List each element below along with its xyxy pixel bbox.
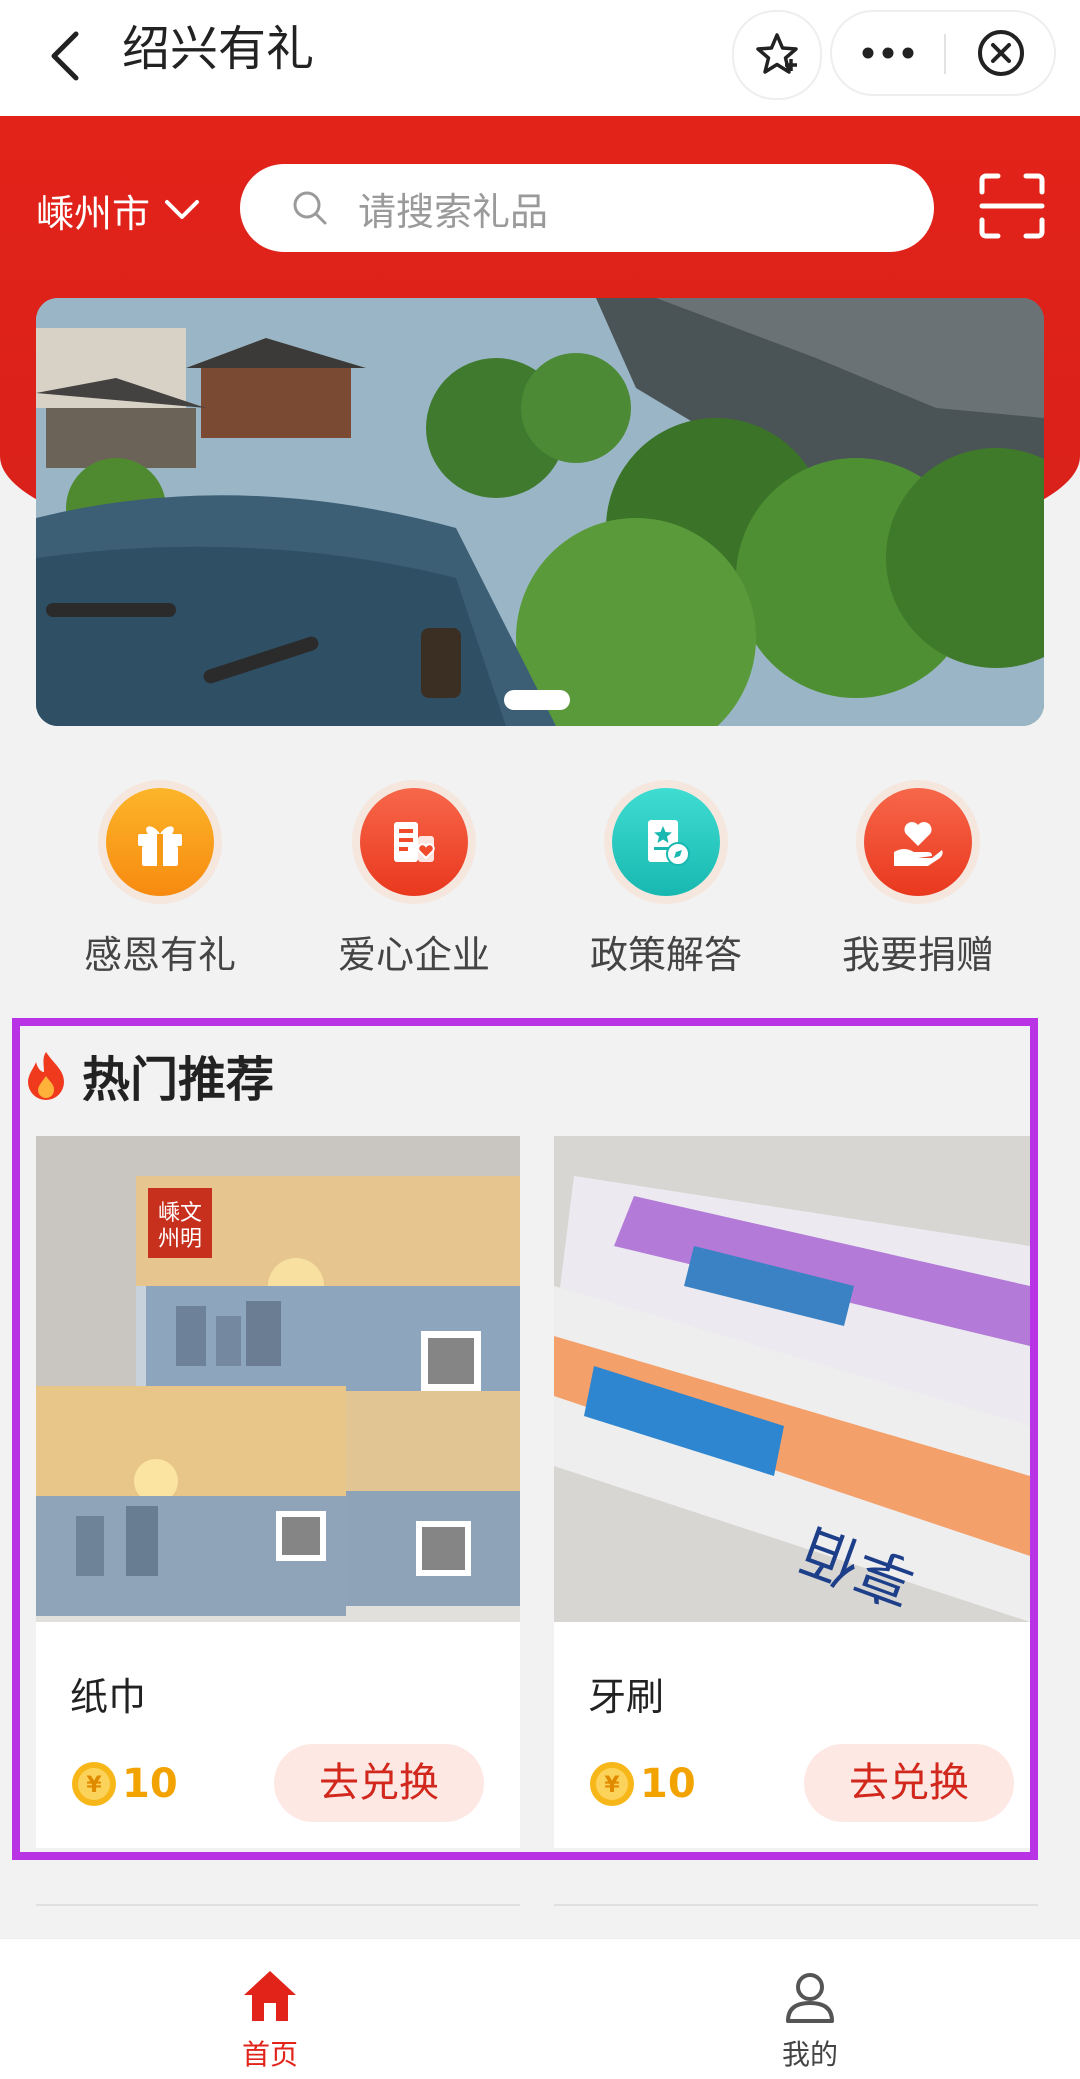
product-card[interactable]: 嵊文 州明 纸巾 ¥ 10 去兑换 <box>36 1136 520 1848</box>
tab-label: 我的 <box>781 2038 838 2071</box>
close-button[interactable] <box>948 12 1054 94</box>
back-button[interactable] <box>38 26 98 86</box>
search-placeholder: 请搜索礼品 <box>358 189 549 234</box>
coin-icon: ¥ <box>590 1762 634 1806</box>
product-points: ¥ 10 <box>588 1756 696 1812</box>
capsule-divider <box>944 34 946 74</box>
svg-text:¥: ¥ <box>86 1773 102 1798</box>
home-icon <box>244 1971 296 2021</box>
product-card[interactable]: 享佰 牙刷 ¥ 10 去兑换 <box>554 1136 1030 1848</box>
favorite-button[interactable] <box>732 10 822 100</box>
redeem-button[interactable]: 去兑换 <box>804 1744 1014 1822</box>
bottom-tab-bar: 首页 我的 <box>0 1938 1080 2079</box>
star-icon <box>756 33 798 74</box>
city-selector[interactable]: 嵊州市 <box>36 180 200 240</box>
svg-text:¥: ¥ <box>604 1773 620 1798</box>
quick-entry-grid: 感恩有礼 爱心企业 政策解答 我要捐赠 <box>0 780 1080 980</box>
mini-program-capsule <box>830 10 1056 96</box>
product-image-toothbrush: 享佰 <box>554 1136 1030 1622</box>
points-value: 10 <box>640 1761 696 1807</box>
quick-entry-gratitude-gift[interactable]: 感恩有礼 <box>40 780 280 980</box>
next-row-card-edge <box>554 1904 1038 1906</box>
search-input[interactable]: 请搜索礼品 <box>240 164 934 252</box>
stamp-text-top: 嵊文 <box>158 1201 202 1226</box>
stamp-text-bottom: 州明 <box>158 1227 202 1252</box>
scan-icon <box>979 173 1045 239</box>
chevron-left-icon <box>51 31 79 81</box>
page-title: 绍兴有礼 <box>122 21 315 77</box>
quick-entry-label: 政策解答 <box>589 933 742 977</box>
quick-entry-charity-enterprise[interactable]: 爱心企业 <box>294 780 534 980</box>
quick-entry-label: 爱心企业 <box>337 933 490 977</box>
banner-carousel[interactable] <box>36 298 1044 726</box>
hot-recommend-header: 热门推荐 <box>24 1040 274 1110</box>
next-row-card-edge <box>36 1904 520 1906</box>
points-value: 10 <box>122 1761 178 1807</box>
coin-icon: ¥ <box>72 1762 116 1806</box>
product-image-tissue: 嵊文 州明 <box>36 1136 520 1622</box>
product-name: 纸巾 <box>70 1675 147 1719</box>
carousel-indicator <box>504 690 570 710</box>
product-name: 牙刷 <box>588 1675 665 1719</box>
section-title: 热门推荐 <box>82 1052 275 1108</box>
fire-icon <box>28 1052 64 1100</box>
city-name: 嵊州市 <box>36 191 151 236</box>
gift-icon <box>106 788 214 896</box>
scan-button[interactable] <box>976 170 1048 242</box>
tab-label: 首页 <box>241 2038 298 2071</box>
enterprise-heart-icon <box>360 788 468 896</box>
quick-entry-policy-answers[interactable]: 政策解答 <box>546 780 786 980</box>
quick-entry-donate[interactable]: 我要捐赠 <box>798 780 1038 980</box>
more-button[interactable] <box>832 12 944 94</box>
chevron-down-icon <box>165 200 200 219</box>
top-nav-bar: 绍兴有礼 <box>0 0 1080 116</box>
donate-hand-heart-icon <box>864 788 972 896</box>
quick-entry-label: 我要捐赠 <box>841 933 994 977</box>
redeem-button[interactable]: 去兑换 <box>274 1744 484 1822</box>
policy-icon <box>612 788 720 896</box>
more-dots-icon <box>862 47 914 59</box>
quick-entry-label: 感恩有礼 <box>83 933 236 977</box>
close-circle-icon <box>978 30 1024 76</box>
user-icon <box>786 1973 834 2023</box>
search-icon <box>293 191 327 225</box>
tab-home[interactable]: 首页 <box>120 1939 420 2079</box>
product-points: ¥ 10 <box>70 1756 178 1812</box>
banner-scenery-image <box>36 298 1044 726</box>
tab-mine[interactable]: 我的 <box>660 1939 960 2079</box>
